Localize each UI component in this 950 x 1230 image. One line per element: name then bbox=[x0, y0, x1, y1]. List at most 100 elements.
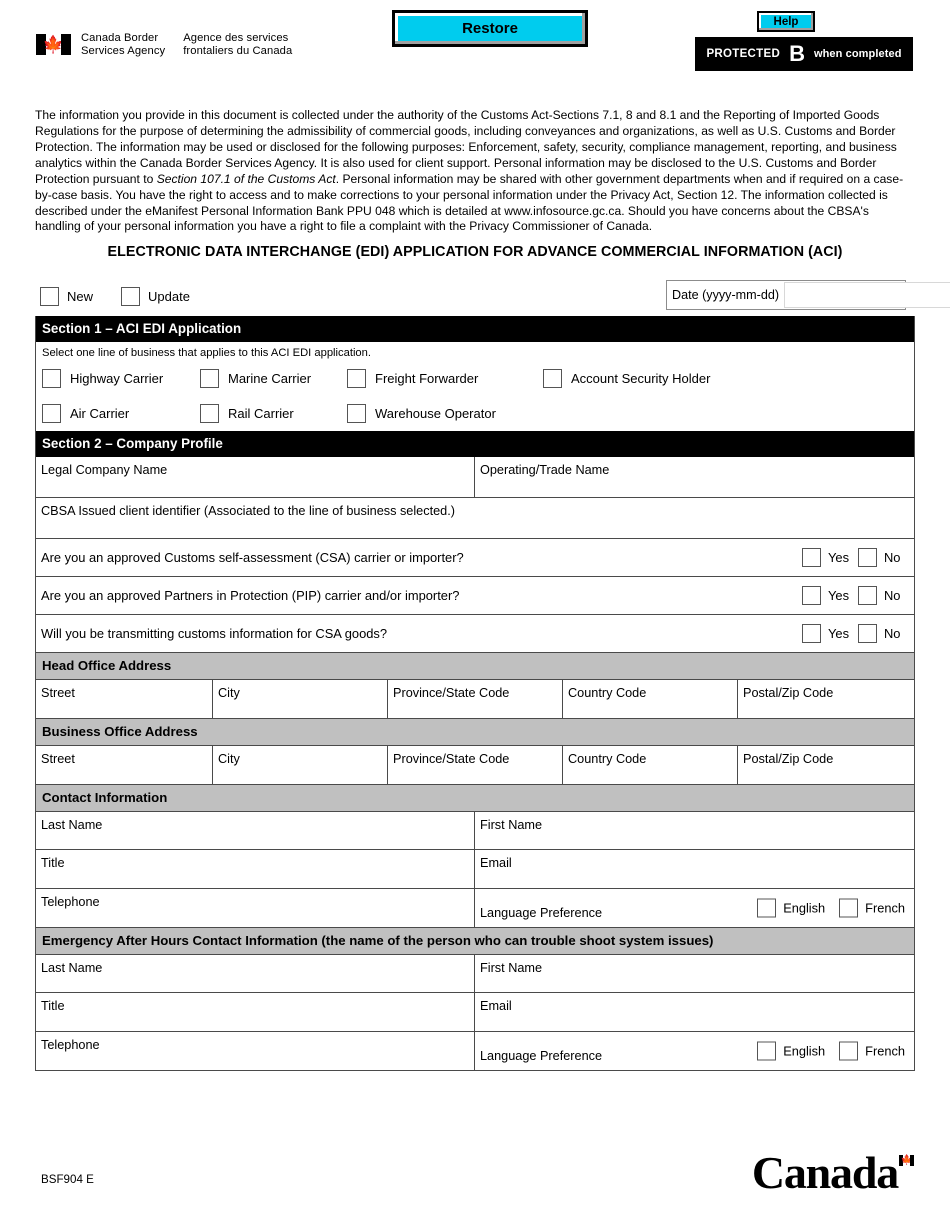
field-head-office-province[interactable]: Province/State Code bbox=[387, 680, 562, 718]
checkbox-contact-french[interactable] bbox=[839, 898, 859, 918]
canada-wordmark-text: Canada bbox=[751, 1147, 899, 1198]
no-option-csa-carrier[interactable]: No bbox=[858, 548, 914, 567]
english-option-emergency[interactable]: English bbox=[757, 1041, 825, 1061]
label-csa-carrier-yes: Yes bbox=[828, 550, 850, 565]
field-emergency-first-name[interactable]: First Name bbox=[474, 955, 914, 992]
checkbox-account-security-holder[interactable] bbox=[543, 368, 562, 388]
head-office-address-heading: Head Office Address bbox=[36, 652, 914, 680]
field-cbsa-client-identifier[interactable]: CBSA Issued client identifier (Associate… bbox=[36, 498, 914, 538]
field-head-office-postal[interactable]: Postal/Zip Code bbox=[737, 680, 914, 718]
field-business-office-street[interactable]: Street bbox=[36, 746, 212, 784]
field-emergency-last-name[interactable]: Last Name bbox=[36, 955, 474, 992]
label-head-office-city: City bbox=[218, 686, 240, 700]
field-emergency-language-preference: Language Preference English French bbox=[474, 1032, 914, 1070]
checkbox-csa-goods-no[interactable] bbox=[858, 624, 877, 643]
checkbox-csa-goods-yes[interactable] bbox=[802, 624, 821, 643]
english-option-contact[interactable]: English bbox=[757, 898, 825, 918]
yes-option-csa-carrier[interactable]: Yes bbox=[802, 548, 858, 567]
question-pip-carrier: Are you an approved Partners in Protecti… bbox=[36, 576, 914, 614]
field-contact-first-name[interactable]: First Name bbox=[474, 812, 914, 849]
field-head-office-country[interactable]: Country Code bbox=[562, 680, 737, 718]
field-head-office-street[interactable]: Street bbox=[36, 680, 212, 718]
checkbox-pip-carrier-no[interactable] bbox=[858, 586, 877, 605]
field-contact-email[interactable]: Email bbox=[474, 850, 914, 888]
form-body: Section 1 – ACI EDI Application Select o… bbox=[35, 316, 915, 1071]
french-option-emergency[interactable]: French bbox=[839, 1041, 905, 1061]
emergency-name-row: Last Name First Name bbox=[36, 955, 914, 992]
checkbox-rail-carrier[interactable] bbox=[200, 403, 219, 423]
canada-flag-icon-wordmark: 🍁 bbox=[899, 1154, 914, 1166]
label-pip-carrier-no: No bbox=[884, 588, 901, 603]
checkbox-pip-carrier-yes[interactable] bbox=[802, 586, 821, 605]
field-legal-company-name[interactable]: Legal Company Name bbox=[36, 457, 474, 497]
field-head-office-city[interactable]: City bbox=[212, 680, 387, 718]
field-contact-telephone[interactable]: Telephone bbox=[36, 889, 474, 927]
checkbox-marine-carrier[interactable] bbox=[200, 368, 219, 388]
checkbox-warehouse-operator[interactable] bbox=[347, 403, 366, 423]
lob-option-highway-carrier[interactable]: Highway Carrier bbox=[42, 368, 163, 388]
label-head-office-country: Country Code bbox=[568, 686, 647, 700]
label-cbsa-client-identifier: CBSA Issued client identifier (Associate… bbox=[41, 504, 455, 518]
field-emergency-title[interactable]: Title bbox=[36, 993, 474, 1031]
contact-title-email-row: Title Email bbox=[36, 849, 914, 888]
field-contact-last-name[interactable]: Last Name bbox=[36, 812, 474, 849]
label-contact-first-name: First Name bbox=[480, 818, 543, 832]
field-business-office-country[interactable]: Country Code bbox=[562, 746, 737, 784]
label-head-office-street: Street bbox=[41, 686, 75, 700]
date-input[interactable] bbox=[784, 282, 950, 308]
field-operating-trade-name[interactable]: Operating/Trade Name bbox=[474, 457, 914, 497]
no-option-csa-goods[interactable]: No bbox=[858, 624, 914, 643]
privacy-notice: The information you provide in this docu… bbox=[35, 108, 915, 235]
contact-name-row: Last Name First Name bbox=[36, 812, 914, 849]
date-label: Date (yyyy-mm-dd) bbox=[672, 288, 780, 302]
question-csa-carrier: Are you an approved Customs self-assessm… bbox=[36, 538, 914, 576]
emergency-title-email-row: Title Email bbox=[36, 992, 914, 1031]
label-operating-trade-name: Operating/Trade Name bbox=[480, 463, 610, 477]
french-option-contact[interactable]: French bbox=[839, 898, 905, 918]
label-contact-last-name: Last Name bbox=[41, 818, 103, 832]
lob-option-marine-carrier[interactable]: Marine Carrier bbox=[200, 368, 311, 388]
protected-suffix: when completed bbox=[813, 48, 902, 60]
checkbox-csa-carrier-no[interactable] bbox=[858, 548, 877, 567]
yes-option-pip-carrier[interactable]: Yes bbox=[802, 586, 858, 605]
field-contact-title[interactable]: Title bbox=[36, 850, 474, 888]
label-csa-goods-yes: Yes bbox=[828, 626, 850, 641]
lob-option-air-carrier[interactable]: Air Carrier bbox=[42, 403, 130, 423]
checkbox-update[interactable] bbox=[121, 287, 141, 306]
label-emergency-email: Email bbox=[480, 999, 512, 1013]
help-button[interactable]: Help bbox=[757, 11, 815, 32]
protected-b-banner: PROTECTED B when completed bbox=[695, 37, 913, 71]
checkbox-highway-carrier[interactable] bbox=[42, 368, 61, 388]
cbsa-logo: 🍁 Canada Border Services Agency Agence d… bbox=[36, 32, 292, 57]
checkbox-emergency-english[interactable] bbox=[757, 1041, 777, 1061]
label-contact-title: Title bbox=[41, 856, 65, 870]
field-emergency-telephone[interactable]: Telephone bbox=[36, 1032, 474, 1070]
lob-option-rail-carrier[interactable]: Rail Carrier bbox=[200, 403, 294, 423]
label-air-carrier: Air Carrier bbox=[70, 405, 130, 421]
restore-button[interactable]: Restore bbox=[392, 10, 588, 47]
field-business-office-province[interactable]: Province/State Code bbox=[387, 746, 562, 784]
checkbox-air-carrier[interactable] bbox=[42, 403, 61, 423]
lob-option-warehouse-operator[interactable]: Warehouse Operator bbox=[347, 403, 496, 423]
lob-option-freight-forwarder[interactable]: Freight Forwarder bbox=[347, 368, 478, 388]
form-type-row: New Update bbox=[40, 287, 218, 306]
field-contact-language-preference: Language Preference English French bbox=[474, 889, 914, 927]
checkbox-new[interactable] bbox=[40, 287, 59, 306]
checkbox-emergency-french[interactable] bbox=[839, 1041, 859, 1061]
field-emergency-email[interactable]: Email bbox=[474, 993, 914, 1031]
yesno-group-csa-carrier: Yes No bbox=[802, 548, 914, 567]
yes-option-csa-goods[interactable]: Yes bbox=[802, 624, 858, 643]
checkbox-freight-forwarder[interactable] bbox=[347, 368, 366, 388]
field-business-office-postal[interactable]: Postal/Zip Code bbox=[737, 746, 914, 784]
field-business-office-city[interactable]: City bbox=[212, 746, 387, 784]
label-business-office-city: City bbox=[218, 752, 240, 766]
checkbox-contact-english[interactable] bbox=[757, 898, 777, 918]
no-option-pip-carrier[interactable]: No bbox=[858, 586, 914, 605]
contact-telephone-language-row: Telephone Language Preference English Fr… bbox=[36, 888, 914, 927]
line-of-business-row-2: Air Carrier Rail Carrier Warehouse Opera… bbox=[36, 395, 914, 431]
privacy-notice-citation: Section 107.1 of the Customs Act bbox=[156, 171, 336, 186]
label-contact-telephone: Telephone bbox=[41, 895, 100, 909]
lob-option-account-security-holder[interactable]: Account Security Holder bbox=[543, 368, 710, 388]
date-field-group: Date (yyyy-mm-dd) bbox=[666, 280, 950, 310]
checkbox-csa-carrier-yes[interactable] bbox=[802, 548, 821, 567]
